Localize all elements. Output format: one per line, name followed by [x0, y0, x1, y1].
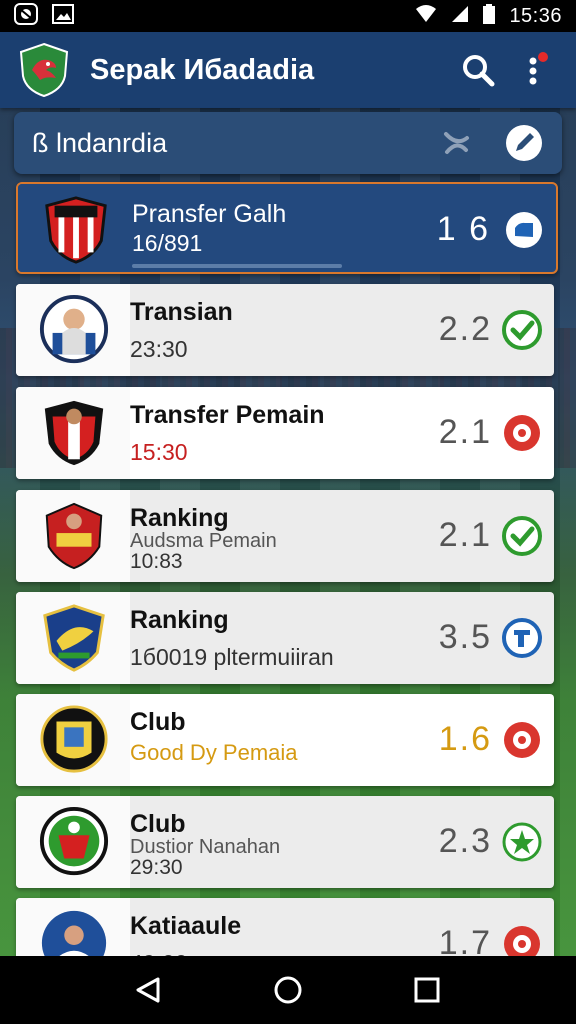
item-subtitle: Good Dy Pemaia	[130, 740, 298, 765]
hand-icon[interactable]	[504, 210, 544, 250]
battery-icon	[483, 3, 496, 29]
status-bar: 15:36	[0, 0, 576, 32]
home-button[interactable]	[268, 970, 308, 1010]
wifi-icon	[415, 4, 437, 28]
item-time: 10:83	[130, 550, 183, 573]
star-icon[interactable]	[502, 822, 542, 862]
section-header: ß lndanrdia	[14, 112, 562, 174]
item-title: Transfer Pemain	[130, 401, 325, 429]
scissors-icon	[444, 132, 469, 154]
section-title: ß lndanrdia	[32, 127, 168, 158]
club-crest-icon	[43, 604, 105, 672]
item-title: Ranking	[130, 504, 229, 532]
info-icon[interactable]	[502, 618, 542, 658]
club-crest-icon	[44, 400, 104, 466]
notification-icon	[14, 2, 38, 30]
item-time: 16/891	[132, 230, 203, 256]
item-title: Transian	[130, 298, 233, 326]
list-item[interactable]: Transian 23:30 2.2	[16, 284, 554, 376]
back-icon	[136, 977, 160, 1003]
image-icon	[52, 3, 74, 29]
app-title: Sepak Ибadadia	[90, 53, 315, 86]
club-crest-icon	[45, 196, 107, 264]
list-item[interactable]: Pransfer Galh 16/891 1 6	[16, 182, 558, 274]
item-title: Ranking	[130, 606, 229, 634]
club-crest-icon	[40, 705, 108, 773]
signal-icon	[451, 5, 469, 28]
item-score: 2.1	[438, 516, 492, 554]
overflow-menu-icon	[529, 52, 548, 85]
check-icon[interactable]	[502, 310, 542, 350]
overflow-menu-button[interactable]	[514, 48, 558, 92]
club-crest-icon	[39, 806, 109, 876]
alert-icon[interactable]	[502, 413, 542, 453]
clock: 15:36	[509, 4, 562, 27]
item-score: 2.1	[438, 413, 492, 451]
item-score: 2.2	[438, 310, 492, 348]
item-score: 2.3	[438, 822, 492, 860]
list-item[interactable]: Ranking 1б0019 pltermuiiran 3.5	[16, 592, 554, 684]
recents-button[interactable]	[407, 970, 447, 1010]
item-time: 29:30	[130, 856, 183, 879]
app-logo	[18, 42, 70, 98]
item-time: 23:30	[130, 336, 188, 362]
item-time: 15:30	[130, 439, 188, 465]
list-item[interactable]: Ranking Audsma Pemain 10:83 2.1	[16, 490, 554, 582]
item-score: 1 6	[436, 210, 490, 248]
club-crest-icon	[45, 502, 103, 570]
search-icon	[463, 55, 495, 87]
back-button[interactable]	[129, 970, 169, 1010]
list-item[interactable]: Club Good Dy Pemaia 1.6	[16, 694, 554, 786]
item-title: Katiaaule	[130, 912, 242, 940]
item-score: 3.5	[438, 618, 492, 656]
edit-icon	[506, 125, 542, 161]
list-item[interactable]: Club Dustior Nanahan 29:30 2.3	[16, 796, 554, 888]
navigation-bar	[0, 956, 576, 1024]
item-score: 1.6	[438, 720, 492, 758]
item-title: Club	[130, 708, 186, 736]
progress-bar	[132, 264, 342, 268]
item-time: 1б0019 pltermuiiran	[130, 644, 334, 670]
check-icon[interactable]	[502, 516, 542, 556]
item-title: Club	[130, 810, 186, 838]
search-button[interactable]	[456, 48, 500, 92]
club-crest-icon	[39, 294, 109, 364]
list-item[interactable]: Transfer Pemain 15:30 2.1	[16, 387, 554, 479]
item-title: Pransfer Galh	[132, 200, 287, 228]
app-bar: Sepak Ибadadia	[0, 32, 576, 108]
alert-icon[interactable]	[502, 720, 542, 760]
notification-dot	[538, 52, 548, 62]
filter-button[interactable]	[436, 123, 476, 163]
edit-button[interactable]	[504, 123, 544, 163]
home-icon	[274, 976, 302, 1004]
recents-icon	[414, 977, 440, 1003]
